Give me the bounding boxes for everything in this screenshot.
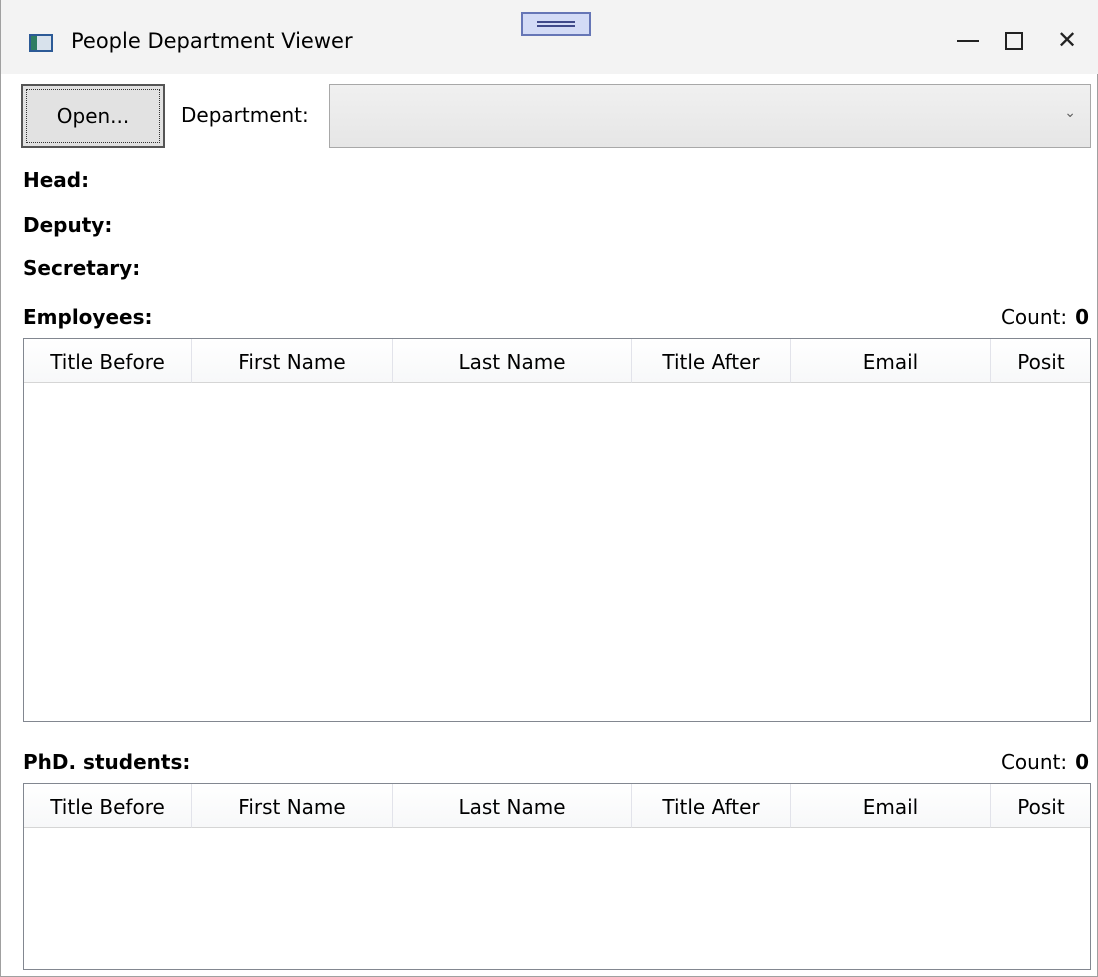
maximize-icon bbox=[1005, 32, 1023, 50]
open-button[interactable]: Open... bbox=[21, 84, 165, 148]
maximize-button[interactable] bbox=[992, 20, 1036, 60]
column-header-title-after[interactable]: Title After bbox=[632, 784, 791, 828]
phd-students-label: PhD. students: bbox=[23, 750, 191, 774]
chevron-down-icon: ⌄ bbox=[1064, 105, 1076, 121]
column-header-first-name[interactable]: First Name bbox=[192, 339, 393, 383]
app-window-icon bbox=[29, 34, 53, 52]
employees-count-value: 0 bbox=[1075, 305, 1089, 329]
column-header-title-before[interactable]: Title Before bbox=[24, 339, 192, 383]
phd-students-grid[interactable]: Title Before First Name Last Name Title … bbox=[23, 783, 1091, 970]
phd-students-count: Count: 0 bbox=[1001, 750, 1089, 774]
employees-grid-header: Title Before First Name Last Name Title … bbox=[24, 339, 1090, 385]
window-title: People Department Viewer bbox=[71, 29, 353, 53]
main-window: People Department Viewer ✕ Open... Depar… bbox=[0, 0, 1098, 977]
column-header-last-name[interactable]: Last Name bbox=[393, 784, 632, 828]
column-header-first-name[interactable]: First Name bbox=[192, 784, 393, 828]
department-dropdown[interactable]: ⌄ bbox=[329, 84, 1091, 148]
column-header-title-after[interactable]: Title After bbox=[632, 339, 791, 383]
title-bar[interactable]: People Department Viewer ✕ bbox=[1, 0, 1098, 74]
employees-grid[interactable]: Title Before First Name Last Name Title … bbox=[23, 338, 1091, 722]
deputy-label: Deputy: bbox=[23, 213, 113, 237]
close-button[interactable]: ✕ bbox=[1045, 20, 1089, 60]
drag-handle-icon[interactable] bbox=[521, 12, 591, 36]
column-header-email[interactable]: Email bbox=[791, 339, 991, 383]
employees-count-label: Count: bbox=[1000, 305, 1068, 329]
column-header-last-name[interactable]: Last Name bbox=[393, 339, 632, 383]
minimize-icon bbox=[957, 40, 979, 42]
phd-students-count-label: Count: bbox=[1000, 750, 1068, 774]
department-label: Department: bbox=[181, 103, 309, 127]
employees-label: Employees: bbox=[23, 305, 153, 329]
column-header-email[interactable]: Email bbox=[791, 784, 991, 828]
close-icon: ✕ bbox=[1056, 26, 1078, 54]
phd-students-grid-header: Title Before First Name Last Name Title … bbox=[24, 784, 1090, 830]
minimize-button[interactable] bbox=[946, 20, 990, 60]
phd-students-count-value: 0 bbox=[1075, 750, 1089, 774]
column-header-title-before[interactable]: Title Before bbox=[24, 784, 192, 828]
employees-count: Count: 0 bbox=[1001, 305, 1089, 329]
column-header-position[interactable]: Posit bbox=[991, 339, 1090, 383]
column-header-position[interactable]: Posit bbox=[991, 784, 1090, 828]
head-label: Head: bbox=[23, 168, 90, 192]
secretary-label: Secretary: bbox=[23, 256, 141, 280]
